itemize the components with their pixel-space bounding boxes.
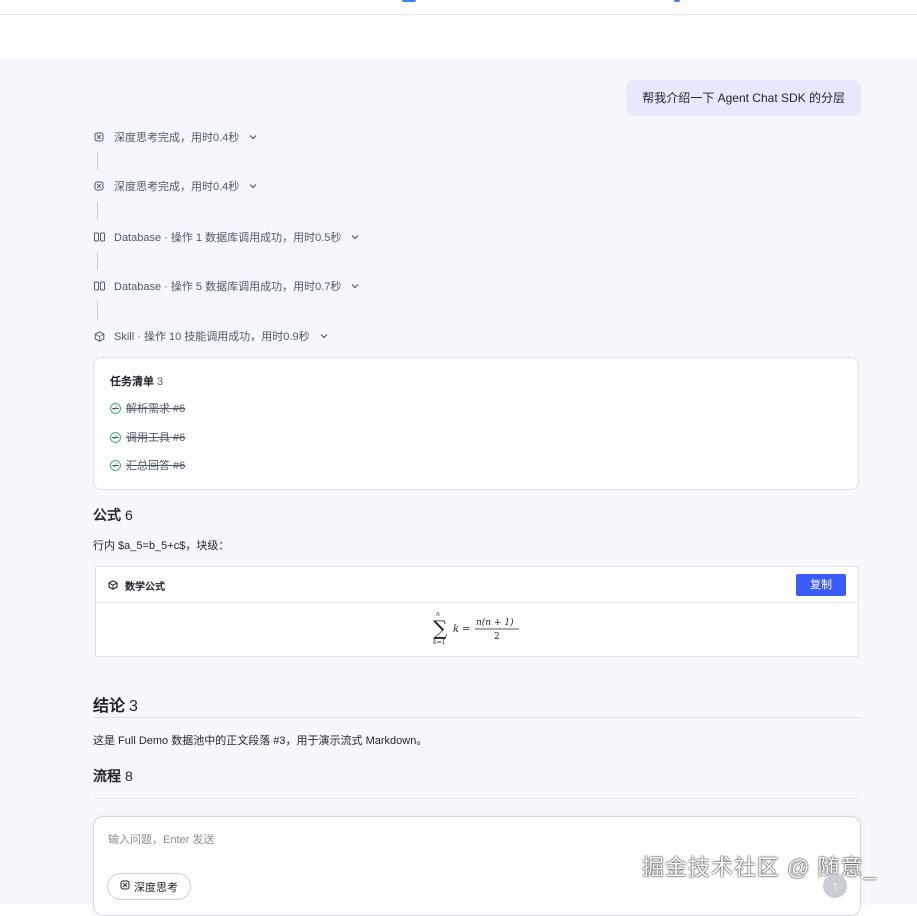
tab-indicator <box>402 0 416 2</box>
user-message-bubble: 帮我介绍一下 Agent Chat SDK 的分层 <box>626 80 861 116</box>
heading-text: 结论 <box>93 698 126 715</box>
step-database-2[interactable]: Database · 操作 5 数据库调用成功，用时0.7秒 <box>93 277 361 295</box>
conclusion-paragraph: 这是 Full Demo 数据池中的正文段落 #3，用于演示流式 Markdow… <box>93 735 428 747</box>
chevron-down-icon[interactable] <box>318 330 330 342</box>
task-list-title: 任务清单 3 <box>110 373 163 389</box>
tab-indicator-small <box>674 0 680 2</box>
database-icon <box>93 280 105 292</box>
check-circle-icon: ✓ <box>110 431 121 443</box>
step-database-1[interactable]: Database · 操作 1 数据库调用成功，用时0.5秒 <box>93 228 361 246</box>
heading-divider <box>93 717 861 718</box>
conclusion-heading: 结论 3 <box>93 692 138 716</box>
timeline-connector <box>97 202 98 220</box>
formula-paragraph: 行内 $a_5=b_5+c$，块级： <box>93 540 230 552</box>
task-list-count: 3 <box>157 376 164 388</box>
task-list-card: 任务清单 3 ✓ 解析需求 #6 ✓ 调用工具 #6 ✓ 汇总回答 #6 <box>93 357 859 490</box>
brain-icon <box>120 880 130 893</box>
heading-text: 流程 <box>93 768 121 784</box>
step-label: Database · 操作 5 数据库调用成功，用时0.7秒 <box>114 281 342 293</box>
svg-text:2: 2 <box>494 632 500 642</box>
step-label: Skill · 操作 10 技能调用成功，用时0.9秒 <box>114 331 310 343</box>
skill-icon <box>93 330 105 342</box>
chat-input[interactable] <box>106 829 810 851</box>
deep-think-toggle[interactable]: 深度思考 <box>107 873 191 900</box>
chevron-down-icon[interactable] <box>349 231 361 243</box>
step-label: Database · 操作 1 数据库调用成功，用时0.5秒 <box>114 232 342 244</box>
cube-icon <box>108 580 118 593</box>
step-label: 深度思考完成，用时0.4秒 <box>114 132 240 144</box>
step-label: 深度思考完成，用时0.4秒 <box>114 181 240 193</box>
svg-text:k: k <box>453 624 459 635</box>
heading-text: 公式 <box>93 507 121 523</box>
check-circle-icon: ✓ <box>110 402 121 414</box>
copy-button[interactable]: 复制 <box>796 574 846 596</box>
chevron-down-icon[interactable] <box>247 180 259 192</box>
brain-icon <box>93 131 105 143</box>
math-block-title: 数学公式 <box>125 582 165 593</box>
heading-number: 8 <box>125 768 133 784</box>
check-circle-icon: ✓ <box>110 459 121 471</box>
timeline-connector <box>97 301 98 319</box>
header-strip <box>0 15 917 59</box>
svg-text:k=1: k=1 <box>433 639 445 646</box>
step-deep-think-1[interactable]: 深度思考完成，用时0.4秒 <box>93 128 259 146</box>
chevron-down-icon[interactable] <box>349 280 361 292</box>
database-icon <box>93 231 105 243</box>
svg-text:∑: ∑ <box>433 616 448 640</box>
scroll-to-top-button[interactable]: ↑ <box>823 874 847 898</box>
step-deep-think-2[interactable]: 深度思考完成，用时0.4秒 <box>93 177 259 195</box>
task-item-label: 调用工具 #6 <box>126 432 186 444</box>
arrow-up-icon: ↑ <box>831 878 839 893</box>
svg-text:n(n + 1): n(n + 1) <box>476 617 514 628</box>
math-formula: n ∑ k=1 k = n(n + 1) 2 <box>433 611 519 646</box>
chevron-down-icon[interactable] <box>247 131 259 143</box>
heading-number: 6 <box>125 507 133 523</box>
task-list-title-text: 任务清单 <box>110 376 154 388</box>
task-item[interactable]: ✓ 汇总回答 #6 <box>110 458 185 472</box>
flow-block-top-edge <box>95 798 859 799</box>
task-item-label: 解析需求 #6 <box>126 403 186 415</box>
svg-text:=: = <box>462 624 470 635</box>
task-item[interactable]: ✓ 解析需求 #6 <box>110 401 185 415</box>
timeline-connector <box>97 252 98 270</box>
math-block-header: 数学公式 复制 <box>96 567 858 603</box>
browser-topbar <box>0 0 917 15</box>
heading-number: 3 <box>129 698 138 715</box>
brain-icon <box>93 180 105 192</box>
task-item[interactable]: ✓ 调用工具 #6 <box>110 430 185 444</box>
formula-heading: 公式 6 <box>93 505 133 525</box>
step-skill[interactable]: Skill · 操作 10 技能调用成功，用时0.9秒 <box>93 327 330 345</box>
timeline-connector <box>97 152 98 170</box>
deep-think-label: 深度思考 <box>134 881 178 894</box>
task-item-label: 汇总回答 #6 <box>126 460 186 472</box>
flow-heading: 流程 8 <box>93 766 133 786</box>
